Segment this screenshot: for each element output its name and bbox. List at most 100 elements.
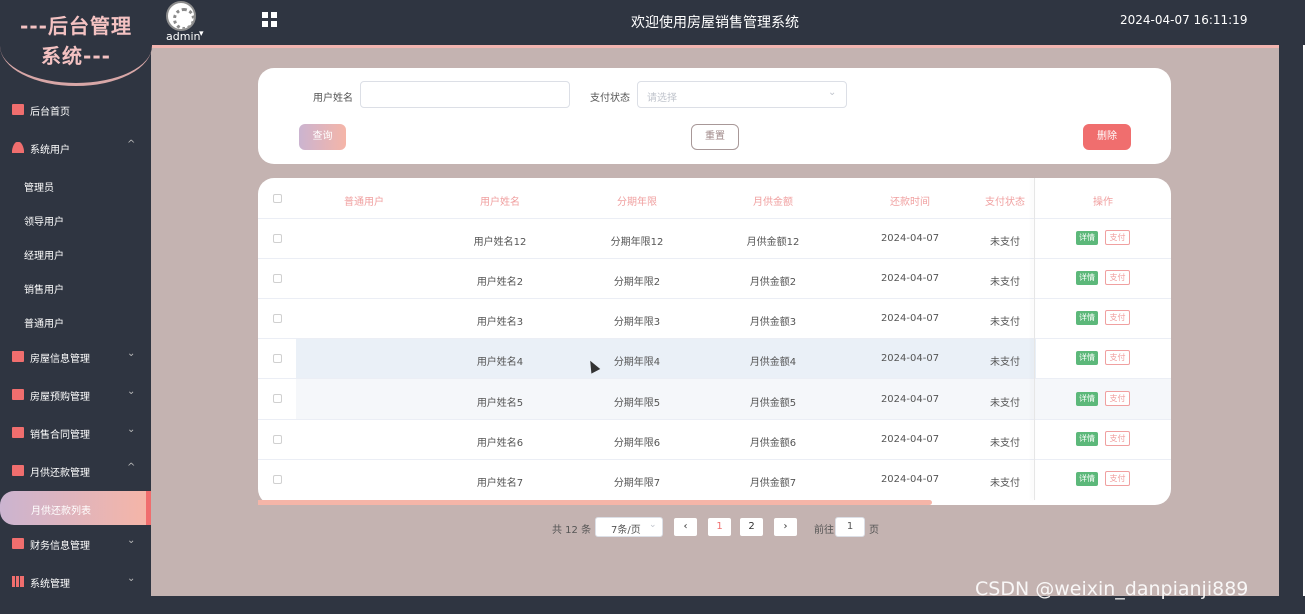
pay-button[interactable]: 支付 xyxy=(1105,471,1130,486)
cell-status: 未支付 xyxy=(990,357,1020,368)
sidebar-item-label: 普通用户 xyxy=(24,319,64,330)
cell-status: 未支付 xyxy=(990,478,1020,489)
cell-amount: 月供金额5 xyxy=(749,398,797,409)
sidebar-item-house-info[interactable]: 房屋信息管理 ⌄ xyxy=(0,340,151,374)
row-checkbox[interactable] xyxy=(273,234,282,243)
cell-years: 分期年限6 xyxy=(613,438,661,449)
chevron-up-icon: ^ xyxy=(127,139,136,150)
page-button-1[interactable]: 1 xyxy=(708,518,731,536)
sidebar-item-label: 月供还款管理 xyxy=(30,468,90,479)
sidebar-item-label: 财务信息管理 xyxy=(30,541,90,552)
sidebar-item-system-users[interactable]: 系统用户 ^ xyxy=(0,131,151,165)
bar-chart-icon xyxy=(12,576,24,587)
detail-button[interactable]: 详情 xyxy=(1076,271,1098,285)
column-header: 分期年限 xyxy=(617,197,657,208)
goto-label: 前往 xyxy=(814,525,834,536)
detail-button[interactable]: 详情 xyxy=(1076,351,1098,365)
cell-years: 分期年限5 xyxy=(613,398,661,409)
next-page-button[interactable]: › xyxy=(774,518,797,536)
pay-button[interactable]: 支付 xyxy=(1105,391,1130,406)
pay-button[interactable]: 支付 xyxy=(1105,270,1130,285)
cell-amount: 月供金额12 xyxy=(746,237,800,248)
user-menu[interactable]: admin xyxy=(166,30,200,43)
sidebar-item-finance[interactable]: 财务信息管理 ⌄ xyxy=(0,527,151,561)
row-checkbox[interactable] xyxy=(273,274,282,283)
column-header: 支付状态 xyxy=(985,197,1025,208)
sidebar-item-label: 后台首页 xyxy=(30,107,70,118)
sidebar-item-home[interactable]: 后台首页 xyxy=(0,93,151,127)
cell-name: 用户姓名4 xyxy=(476,357,524,368)
cell-date: 2024-04-07 xyxy=(880,273,940,284)
pay-button[interactable]: 支付 xyxy=(1105,230,1130,245)
row-checkbox[interactable] xyxy=(273,314,282,323)
cell-name: 用户姓名2 xyxy=(476,277,524,288)
chart-icon xyxy=(12,465,24,476)
sidebar-item-sales-users[interactable]: 销售用户 xyxy=(0,272,151,302)
cell-amount: 月供金额7 xyxy=(749,478,797,489)
vertical-scrollbar[interactable] xyxy=(1279,45,1305,596)
pay-button[interactable]: 支付 xyxy=(1105,431,1130,446)
sidebar-item-label: 系统用户 xyxy=(30,145,70,156)
sidebar-item-leader-users[interactable]: 领导用户 xyxy=(0,204,151,234)
cell-status: 未支付 xyxy=(990,277,1020,288)
row-checkbox[interactable] xyxy=(273,394,282,403)
sidebar-item-label: 系统管理 xyxy=(30,579,70,590)
grid-menu-icon[interactable] xyxy=(262,12,277,27)
avatar[interactable] xyxy=(166,1,196,31)
fixed-column-divider xyxy=(1034,178,1035,500)
row-checkbox[interactable] xyxy=(273,475,282,484)
query-button[interactable]: 查询 xyxy=(299,124,346,150)
delete-button[interactable]: 删除 xyxy=(1083,124,1131,150)
horizontal-scrollbar[interactable] xyxy=(258,500,932,505)
select-all-checkbox[interactable] xyxy=(273,194,282,203)
cell-status: 未支付 xyxy=(990,438,1020,449)
cell-date: 2024-04-07 xyxy=(880,394,940,405)
cell-years: 分期年限3 xyxy=(613,317,661,328)
column-header: 月供金额 xyxy=(753,197,793,208)
sidebar-item-label: 管理员 xyxy=(24,183,54,194)
sidebar-item-sales-contract[interactable]: 销售合同管理 ⌄ xyxy=(0,416,151,450)
username-input[interactable] xyxy=(360,81,570,108)
chevron-down-icon: ⌄ xyxy=(127,386,136,397)
select-placeholder: 请选择 xyxy=(647,93,677,104)
sidebar-item-label: 经理用户 xyxy=(24,251,64,262)
detail-button[interactable]: 详情 xyxy=(1076,311,1098,325)
chevron-down-icon: ⌄ xyxy=(127,573,136,584)
pay-status-select[interactable]: 请选择 ⌄ xyxy=(637,81,847,108)
sidebar-item-system-admin[interactable]: 系统管理 ⌄ xyxy=(0,565,151,599)
sidebar-item-monthly-payment-list[interactable]: 月供还款列表 xyxy=(0,491,151,525)
chevron-up-icon: ^ xyxy=(127,462,136,473)
goto-page-input[interactable]: 1 xyxy=(835,517,865,537)
sidebar-item-manager-users[interactable]: 经理用户 xyxy=(0,238,151,268)
sidebar-item-normal-users[interactable]: 普通用户 xyxy=(0,306,151,336)
detail-button[interactable]: 详情 xyxy=(1076,472,1098,486)
detail-button[interactable]: 详情 xyxy=(1076,231,1098,245)
pay-button[interactable]: 支付 xyxy=(1105,310,1130,325)
chart-icon xyxy=(12,538,24,549)
prev-page-button[interactable]: ‹ xyxy=(674,518,697,536)
sidebar-item-house-presale[interactable]: 房屋预购管理 ⌄ xyxy=(0,378,151,412)
pay-button[interactable]: 支付 xyxy=(1105,350,1130,365)
column-header: 还款时间 xyxy=(890,197,930,208)
sidebar-item-admin[interactable]: 管理员 xyxy=(0,170,151,200)
cell-name: 用户姓名12 xyxy=(473,237,527,248)
cell-amount: 月供金额2 xyxy=(749,277,797,288)
caret-down-icon[interactable]: ▾ xyxy=(199,29,204,39)
username-label: 用户姓名 xyxy=(313,93,353,104)
user-icon xyxy=(12,142,24,153)
chevron-down-icon: ⌄ xyxy=(828,87,837,98)
reset-button[interactable]: 重置 xyxy=(691,124,739,150)
cell-years: 分期年限2 xyxy=(613,277,661,288)
sidebar-item-monthly-payment[interactable]: 月供还款管理 ^ xyxy=(0,454,151,488)
detail-button[interactable]: 详情 xyxy=(1076,432,1098,446)
sidebar-item-label: 销售用户 xyxy=(24,285,64,296)
cell-years: 分期年限7 xyxy=(613,478,661,489)
cell-status: 未支付 xyxy=(990,237,1020,248)
row-checkbox[interactable] xyxy=(273,354,282,363)
cell-date: 2024-04-07 xyxy=(880,434,940,445)
page-button-2[interactable]: 2 xyxy=(740,518,763,536)
row-checkbox[interactable] xyxy=(273,435,282,444)
detail-button[interactable]: 详情 xyxy=(1076,392,1098,406)
page-size-select[interactable]: 7条/页 ⌄ xyxy=(595,517,663,537)
pagination-total: 共 12 条 xyxy=(552,525,592,536)
